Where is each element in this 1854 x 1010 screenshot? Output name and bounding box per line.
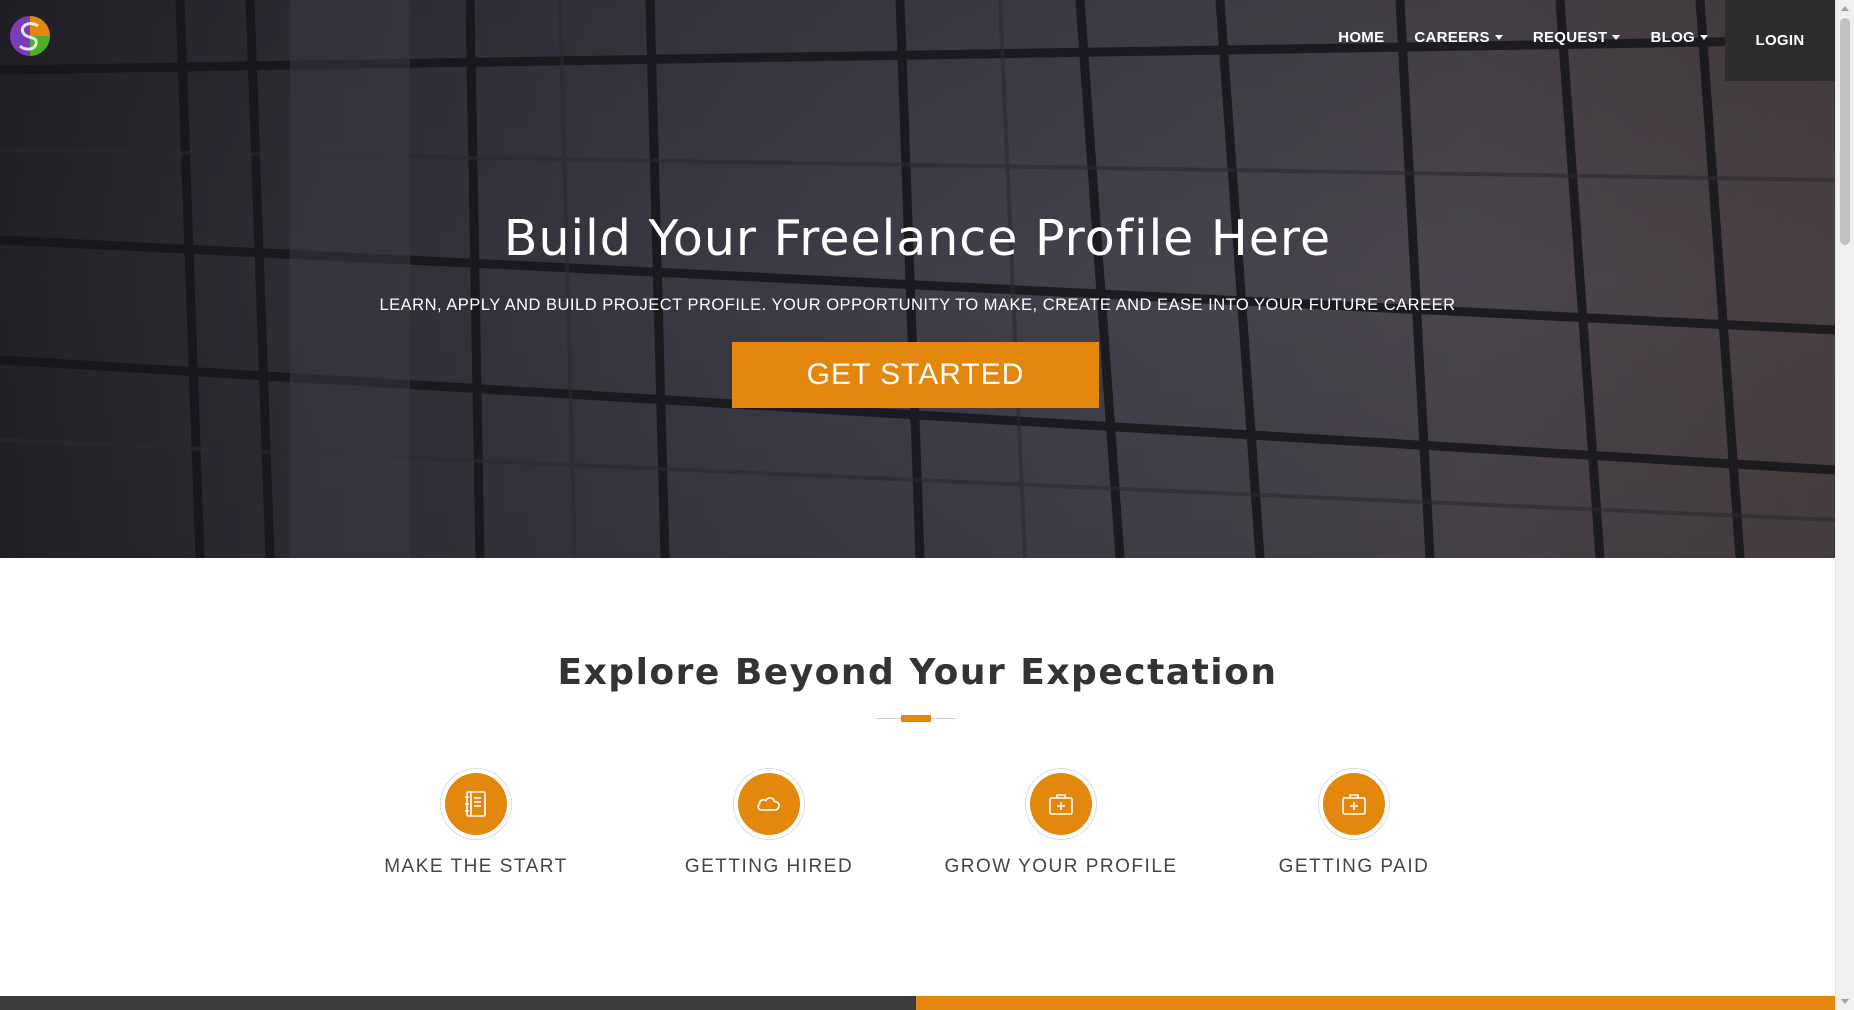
nav-home-label: HOME	[1338, 28, 1385, 46]
scroll-down-arrow-icon[interactable]	[1836, 993, 1854, 1010]
feature-label: GETTING HIRED	[684, 856, 854, 877]
caret-down-icon	[1612, 34, 1621, 40]
nav-blog[interactable]: BLOG	[1635, 0, 1723, 74]
nav-careers-label: CAREERS	[1414, 28, 1490, 46]
caret-down-icon	[1494, 34, 1503, 40]
title-divider	[876, 714, 956, 722]
cloud-icon	[757, 797, 780, 811]
get-started-button[interactable]: GET STARTED	[732, 342, 1099, 408]
hero-subtitle: LEARN, APPLY AND BUILD PROJECT PROFILE. …	[379, 296, 1456, 314]
feature-make-the-start[interactable]: MAKE THE START	[330, 768, 622, 878]
next-section-accent-panel	[916, 996, 1835, 1010]
feature-getting-hired[interactable]: GETTING HIRED	[623, 768, 915, 878]
feature-getting-paid[interactable]: GETTING PAID	[1208, 768, 1500, 878]
medical-briefcase-icon	[1049, 794, 1073, 815]
notebook-icon	[465, 791, 486, 817]
nav-blog-label: BLOG	[1650, 28, 1695, 46]
main-navigation: HOME CAREERS REQUEST BLOG LOGIN	[1323, 0, 1835, 81]
next-section-image	[0, 996, 916, 1010]
nav-request-label: REQUEST	[1532, 28, 1608, 46]
login-label: LOGIN	[1755, 32, 1805, 49]
login-button[interactable]: LOGIN	[1725, 0, 1835, 81]
page-scrollbar[interactable]	[1835, 0, 1854, 1010]
feature-grow-your-profile[interactable]: GROW YOUR PROFILE	[915, 768, 1207, 878]
scrollbar-thumb[interactable]	[1840, 18, 1850, 245]
caret-down-icon	[1700, 34, 1708, 40]
section-title: Explore Beyond Your Expectation	[557, 652, 1278, 693]
feature-label: GROW YOUR PROFILE	[944, 856, 1178, 877]
feature-label: GETTING PAID	[1278, 856, 1430, 877]
hero-title: Build Your Freelance Profile Here	[503, 210, 1332, 267]
nav-home[interactable]: HOME	[1323, 0, 1399, 74]
feature-label: MAKE THE START	[384, 856, 568, 877]
hero-banner: HOME CAREERS REQUEST BLOG LOGIN Build Yo…	[0, 0, 1835, 558]
nav-request[interactable]: REQUEST	[1518, 0, 1636, 74]
site-logo[interactable]	[8, 14, 52, 58]
scroll-up-arrow-icon[interactable]	[1836, 0, 1854, 17]
hero-background-image	[0, 0, 1835, 558]
medical-briefcase-icon	[1342, 794, 1366, 815]
nav-careers[interactable]: CAREERS	[1399, 0, 1517, 74]
